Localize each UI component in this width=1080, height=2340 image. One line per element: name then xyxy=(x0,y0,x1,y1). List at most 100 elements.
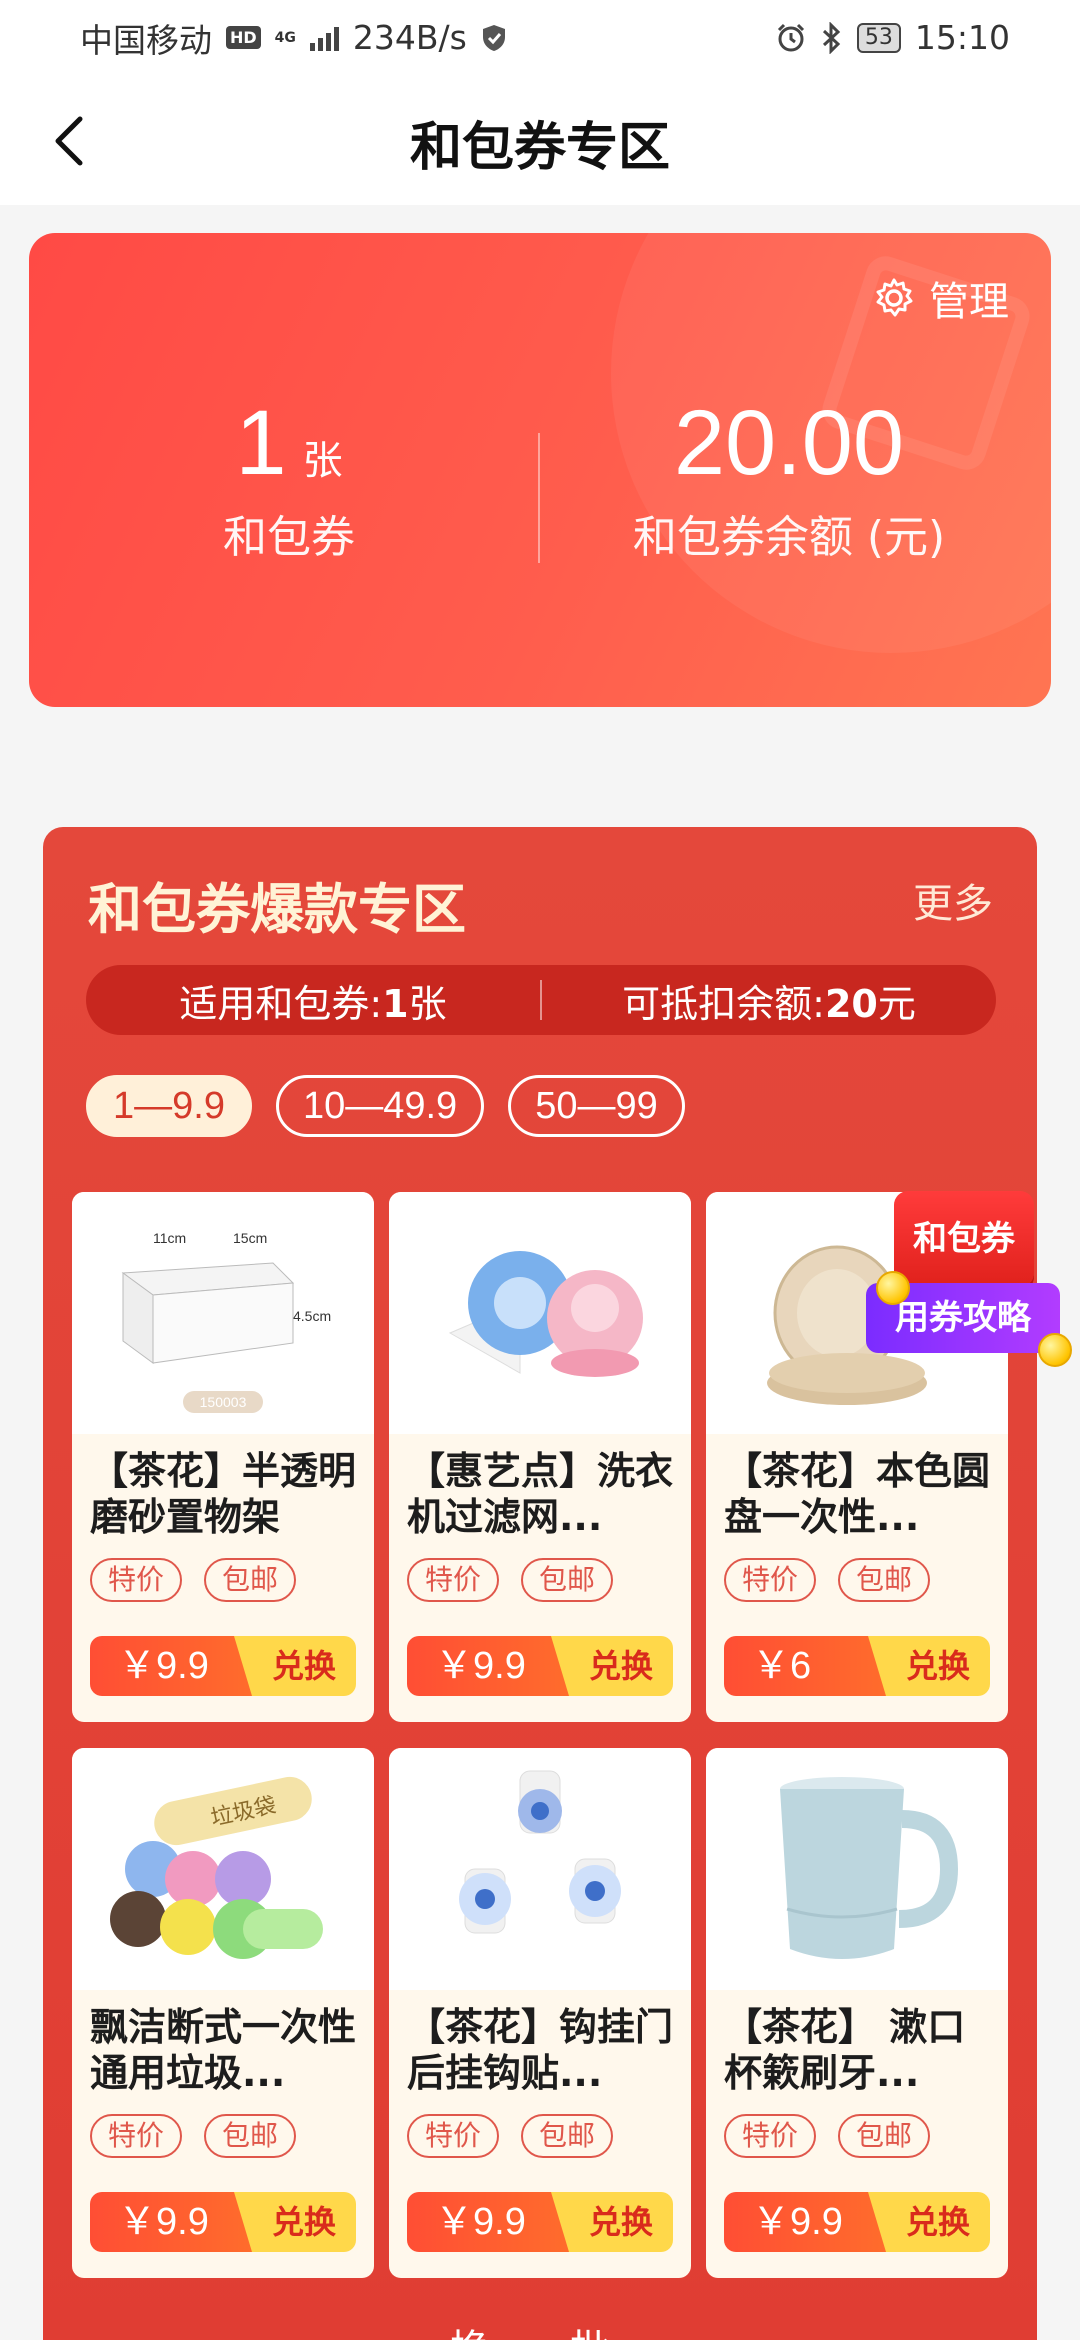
dimension-length: 15cm xyxy=(233,1230,267,1246)
applicable-coupons-label: 适用和包券: xyxy=(179,981,383,1026)
coupon-count[interactable]: 1张 和包券 xyxy=(89,393,489,565)
product-tags: 特价 包邮 xyxy=(72,2102,374,2158)
coupon-guide-badge[interactable]: 和包券 用券攻略 xyxy=(866,1183,1072,1383)
product-price: ￥9.9 xyxy=(90,1636,252,1696)
applicable-coupons: 适用和包券:1张 xyxy=(86,973,540,1028)
coupon-balance-label: 和包券余额 (元) xyxy=(632,512,946,563)
redeem-button[interactable]: 兑换 xyxy=(234,2192,356,2252)
coupon-info-bar: 适用和包券:1张 可抵扣余额:20元 xyxy=(86,965,996,1035)
product-name: 【茶花】半透明磨砂置物架 xyxy=(90,1449,357,1539)
product-name: 【惠艺点】洗衣机过滤网... xyxy=(407,1449,674,1539)
product-name: 【茶花】 漱口杯簌刷牙... xyxy=(724,2005,966,2095)
status-bar: 中国移动 HD 4G 234B/s 53 15:10 xyxy=(0,0,1080,75)
product-card[interactable]: 11cm 15cm 4.5cm 150003 【茶花】半透明磨砂置物架 特价 包… xyxy=(72,1192,374,1722)
product-name: 【茶花】本色圆盘一次性... xyxy=(724,1449,991,1539)
product-card[interactable]: 【惠艺点】洗衣机过滤网... 特价 包邮 ￥9.9 兑换 xyxy=(389,1192,691,1722)
manage-label: 管理 xyxy=(929,279,1009,325)
price-range-tabs: 1—9.9 10—49.9 50—99 xyxy=(86,1075,685,1137)
coupon-balance-value: 20.00 xyxy=(673,392,905,494)
product-tags: 特价 包邮 xyxy=(389,1546,691,1602)
stat-divider xyxy=(538,433,540,563)
tag-special-price: 特价 xyxy=(724,2114,817,2158)
tag-free-shipping: 包邮 xyxy=(204,1558,297,1602)
applicable-coupons-unit: 张 xyxy=(408,981,447,1026)
product-name: 飘洁断式一次性通用垃圾... xyxy=(90,2005,357,2095)
redeem-button[interactable]: 兑换 xyxy=(868,1636,990,1696)
tab-price-10-49.9[interactable]: 10—49.9 xyxy=(275,1075,485,1137)
status-right: 53 15:10 xyxy=(775,18,1010,57)
refresh-label: 换一批 xyxy=(450,2327,630,2340)
product-price: ￥9.9 xyxy=(724,2192,886,2252)
gear-icon xyxy=(876,278,913,317)
tag-free-shipping: 包邮 xyxy=(204,2114,297,2158)
coupon-count-value: 1 xyxy=(235,392,287,494)
product-tags: 特价 包邮 xyxy=(706,1546,1008,1602)
dimension-height: 4.5cm xyxy=(293,1308,331,1324)
product-tags: 特价 包邮 xyxy=(72,1546,374,1602)
hd-badge: HD xyxy=(226,26,261,49)
product-image-wall-hooks xyxy=(389,1748,691,1990)
product-card[interactable]: 【茶花】钩挂门后挂钩贴... 特价 包邮 ￥9.9 兑换 xyxy=(389,1748,691,2278)
deductible-balance-unit: 元 xyxy=(877,981,916,1026)
signal-icon xyxy=(309,25,339,51)
product-price: ￥9.9 xyxy=(407,1636,569,1696)
redeem-row: ￥9.9 兑换 xyxy=(90,1636,356,1696)
redeem-button[interactable]: 兑换 xyxy=(868,2192,990,2252)
tag-free-shipping: 包邮 xyxy=(521,1558,614,1602)
alarm-icon xyxy=(777,23,804,51)
shield-check-icon xyxy=(482,24,505,51)
redeem-row: ￥6 兑换 xyxy=(724,1636,990,1696)
tag-free-shipping: 包邮 xyxy=(521,2114,614,2158)
carrier-name: 中国移动 xyxy=(80,20,212,60)
product-price: ￥9.9 xyxy=(90,2192,252,2252)
network-speed: 234B/s xyxy=(352,18,467,57)
refresh-button[interactable]: 换一批 xyxy=(43,2317,1037,2340)
tag-special-price: 特价 xyxy=(724,1558,817,1602)
coupon-count-label: 和包券 xyxy=(223,512,355,563)
deductible-balance: 可抵扣余额:20元 xyxy=(542,973,996,1028)
tag-special-price: 特价 xyxy=(90,2114,183,2158)
tag-special-price: 特价 xyxy=(407,2114,500,2158)
redeem-row: ￥9.9 兑换 xyxy=(407,1636,673,1696)
battery-level: 53 xyxy=(856,22,901,53)
product-price: ￥6 xyxy=(724,1636,886,1696)
redeem-button[interactable]: 兑换 xyxy=(234,1636,356,1696)
product-image-laundry-filter xyxy=(389,1192,691,1434)
deductible-balance-value: 20 xyxy=(824,981,878,1026)
tab-price-50-99[interactable]: 50—99 xyxy=(508,1075,685,1137)
clock: 15:10 xyxy=(914,18,1010,57)
bluetooth-icon xyxy=(822,21,841,54)
product-image-trash-bag-rolls: 垃圾袋 xyxy=(72,1748,374,1990)
product-card[interactable]: 垃圾袋 飘洁断式一次性通用垃圾... 特价 包邮 ￥9.9 兑换 xyxy=(72,1748,374,2278)
dimension-width: 11cm xyxy=(153,1230,186,1246)
coin-icon xyxy=(876,1271,910,1305)
applicable-coupons-value: 1 xyxy=(382,981,409,1026)
redeem-row: ￥9.9 兑换 xyxy=(90,2192,356,2252)
product-name: 【茶花】钩挂门后挂钩贴... xyxy=(407,2005,674,2095)
product-code: 150003 xyxy=(200,1394,247,1410)
status-left: 中国移动 HD 4G 234B/s xyxy=(80,14,507,62)
tag-free-shipping: 包邮 xyxy=(838,1558,931,1602)
product-tags: 特价 包邮 xyxy=(389,2102,691,2158)
coupon-balance[interactable]: 20.00 和包券余额 (元) xyxy=(589,393,989,565)
redeem-row: ￥9.9 兑换 xyxy=(407,2192,673,2252)
page-title: 和包券专区 xyxy=(409,118,670,178)
redeem-button[interactable]: 兑换 xyxy=(551,2192,673,2252)
product-image-cup xyxy=(706,1748,1008,1990)
tag-special-price: 特价 xyxy=(90,1558,183,1602)
product-price: ￥9.9 xyxy=(407,2192,569,2252)
redeem-row: ￥9.9 兑换 xyxy=(724,2192,990,2252)
tag-special-price: 特价 xyxy=(407,1558,500,1602)
section-title: 和包券爆款专区 xyxy=(88,878,466,941)
badge-coupon-label: 和包券 xyxy=(894,1191,1034,1287)
deductible-balance-label: 可抵扣余额: xyxy=(622,981,825,1026)
hot-deals-section: 和包券爆款专区 更多 适用和包券:1张 可抵扣余额:20元 1—9.9 10—4… xyxy=(43,827,1037,2340)
coupon-summary-card: 管理 1张 和包券 20.00 和包券余额 (元) xyxy=(29,233,1051,707)
product-card[interactable]: 【茶花】 漱口杯簌刷牙... 特价 包邮 ￥9.9 兑换 xyxy=(706,1748,1008,2278)
redeem-button[interactable]: 兑换 xyxy=(551,1636,673,1696)
network-type: 4G xyxy=(274,29,296,46)
manage-button[interactable]: 管理 xyxy=(873,269,1009,327)
tab-price-1-9.9[interactable]: 1—9.9 xyxy=(86,1075,252,1137)
tag-free-shipping: 包邮 xyxy=(838,2114,931,2158)
more-link[interactable]: 更多 xyxy=(913,871,993,929)
